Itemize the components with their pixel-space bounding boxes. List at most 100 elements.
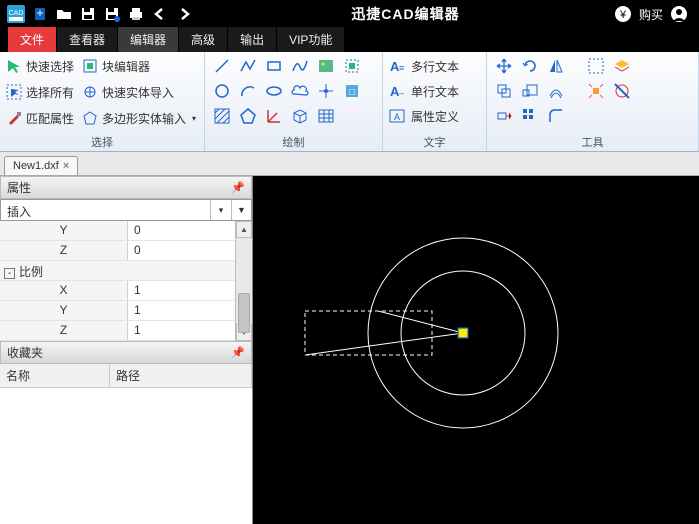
property-row[interactable]: Y0 bbox=[0, 221, 252, 241]
property-row[interactable]: Z0 bbox=[0, 241, 252, 261]
tab-vip[interactable]: VIP功能 bbox=[277, 27, 344, 52]
attdef-button[interactable]: A属性定义 bbox=[389, 105, 480, 127]
fav-col-name[interactable]: 名称 bbox=[0, 364, 110, 387]
tab-editor[interactable]: 编辑器 bbox=[118, 27, 178, 52]
polyline-icon[interactable] bbox=[237, 55, 259, 77]
fillet-icon[interactable] bbox=[545, 105, 567, 127]
pin-icon[interactable]: 📌 bbox=[231, 346, 245, 359]
ribbon-group-draw: □ 绘制 bbox=[205, 52, 383, 151]
user-icon[interactable] bbox=[669, 4, 689, 24]
print-icon[interactable] bbox=[126, 4, 146, 24]
region-icon[interactable] bbox=[237, 105, 259, 127]
close-icon[interactable]: × bbox=[63, 160, 69, 172]
trim-icon[interactable] bbox=[611, 80, 633, 102]
group-label-text: 文字 bbox=[389, 132, 480, 150]
arc-icon[interactable] bbox=[237, 80, 259, 102]
rect-icon[interactable] bbox=[263, 55, 285, 77]
svg-text:–: – bbox=[399, 88, 404, 98]
circle-icon[interactable] bbox=[211, 80, 233, 102]
open-file-icon[interactable] bbox=[54, 4, 74, 24]
favorites-list bbox=[0, 388, 252, 524]
mtext-button[interactable]: A≡多行文本 bbox=[389, 55, 480, 77]
svg-text:□: □ bbox=[349, 87, 355, 98]
favorites-columns: 名称 路径 bbox=[0, 364, 252, 388]
properties-panel: 属性 📌 插入 ▾ ▼ Y0Z0-比例X1Y1Z1 ▲ ▼ 收藏夹 📌 名称 路… bbox=[0, 176, 253, 524]
file-tab-bar: New1.dxf × bbox=[0, 152, 699, 176]
favorites-header: 收藏夹 📌 bbox=[0, 341, 252, 364]
offset-icon[interactable] bbox=[545, 80, 567, 102]
quick-entity-import-button[interactable]: 快速实体导入 bbox=[82, 81, 196, 103]
select-window-icon[interactable] bbox=[585, 55, 607, 77]
app-logo-icon: CAD bbox=[6, 4, 26, 24]
table-icon[interactable] bbox=[315, 105, 337, 127]
property-row[interactable]: Z1 bbox=[0, 321, 252, 341]
tab-viewer[interactable]: 查看器 bbox=[57, 27, 117, 52]
hatch-icon[interactable] bbox=[211, 105, 233, 127]
line-icon[interactable] bbox=[211, 55, 233, 77]
property-grid: Y0Z0-比例X1Y1Z1 bbox=[0, 221, 252, 341]
pin-icon[interactable]: 📌 bbox=[231, 181, 245, 194]
undo-icon[interactable] bbox=[150, 4, 170, 24]
spline-icon[interactable] bbox=[289, 55, 311, 77]
entity-type-combo[interactable]: 插入 ▾ ▼ bbox=[0, 199, 252, 221]
workspace: 属性 📌 插入 ▾ ▼ Y0Z0-比例X1Y1Z1 ▲ ▼ 收藏夹 📌 名称 路… bbox=[0, 176, 699, 524]
stretch-icon[interactable] bbox=[493, 105, 515, 127]
ribbon-group-text: A≡多行文本 A–单行文本 A属性定义 文字 bbox=[383, 52, 487, 151]
props-scrollbar[interactable]: ▲ ▼ bbox=[235, 221, 252, 341]
buy-label[interactable]: 购买 bbox=[639, 6, 663, 23]
file-tab-label: New1.dxf bbox=[13, 160, 59, 172]
group-label-select: 选择 bbox=[6, 132, 198, 150]
scale-icon[interactable] bbox=[519, 80, 541, 102]
svg-text:+: + bbox=[36, 6, 43, 20]
fav-col-path[interactable]: 路径 bbox=[110, 364, 252, 387]
block-icon[interactable] bbox=[341, 55, 363, 77]
explode-icon[interactable] bbox=[585, 80, 607, 102]
drawing-canvas[interactable] bbox=[253, 176, 699, 524]
dim-icon[interactable]: □ bbox=[341, 80, 363, 102]
scroll-up-icon[interactable]: ▲ bbox=[236, 221, 252, 238]
new-file-icon[interactable]: + bbox=[30, 4, 50, 24]
cloud-icon[interactable] bbox=[289, 80, 311, 102]
tab-output[interactable]: 输出 bbox=[228, 27, 276, 52]
svg-text:A: A bbox=[394, 112, 400, 122]
layers-icon[interactable] bbox=[611, 55, 633, 77]
currency-icon[interactable]: ¥ bbox=[613, 4, 633, 24]
mirror-icon[interactable] bbox=[545, 55, 567, 77]
array-icon[interactable] bbox=[519, 105, 541, 127]
svg-text:≡: ≡ bbox=[399, 63, 404, 73]
group-label-tool: 工具 bbox=[493, 132, 692, 150]
group-label-draw: 绘制 bbox=[211, 132, 376, 150]
svg-text:CAD: CAD bbox=[9, 10, 24, 17]
redo-icon[interactable] bbox=[174, 4, 194, 24]
tab-advanced[interactable]: 高级 bbox=[179, 27, 227, 52]
save-icon[interactable] bbox=[78, 4, 98, 24]
ribbon-group-tool: 工具 bbox=[487, 52, 699, 151]
match-prop-button[interactable]: 匹配属性 bbox=[6, 107, 74, 129]
property-row[interactable]: Y1 bbox=[0, 301, 252, 321]
copy-icon[interactable] bbox=[493, 80, 515, 102]
property-row[interactable]: X1 bbox=[0, 281, 252, 301]
polygon-entity-button[interactable]: 多边形实体输入▾ bbox=[82, 107, 196, 129]
quick-select-button[interactable]: 快速选择 bbox=[6, 55, 74, 77]
stext-button[interactable]: A–单行文本 bbox=[389, 80, 480, 102]
coord-icon[interactable] bbox=[263, 105, 285, 127]
tab-file[interactable]: 文件 bbox=[8, 27, 56, 52]
3d-icon[interactable] bbox=[289, 105, 311, 127]
svg-text:¥: ¥ bbox=[619, 9, 627, 21]
saveas-icon[interactable] bbox=[102, 4, 122, 24]
ribbon-group-select: 快速选择 选择所有 匹配属性 块编辑器 快速实体导入 多边形实体输入▾ 选择 bbox=[0, 52, 205, 151]
file-tab[interactable]: New1.dxf × bbox=[4, 156, 78, 175]
insert-image-icon[interactable] bbox=[315, 55, 337, 77]
combo-menu-icon[interactable]: ▾ bbox=[211, 200, 231, 220]
ellipse-icon[interactable] bbox=[263, 80, 285, 102]
block-editor-button[interactable]: 块编辑器 bbox=[82, 55, 196, 77]
menu-tabs: 文件 查看器 编辑器 高级 输出 VIP功能 bbox=[0, 28, 699, 52]
property-row[interactable]: -比例 bbox=[0, 261, 252, 281]
titlebar: CAD + 迅捷CAD编辑器 ¥ 购买 bbox=[0, 0, 699, 28]
point-icon[interactable] bbox=[315, 80, 337, 102]
app-title: 迅捷CAD编辑器 bbox=[198, 4, 613, 24]
move-icon[interactable] bbox=[493, 55, 515, 77]
rotate-icon[interactable] bbox=[519, 55, 541, 77]
select-all-button[interactable]: 选择所有 bbox=[6, 81, 74, 103]
chevron-down-icon[interactable]: ▼ bbox=[231, 200, 251, 220]
